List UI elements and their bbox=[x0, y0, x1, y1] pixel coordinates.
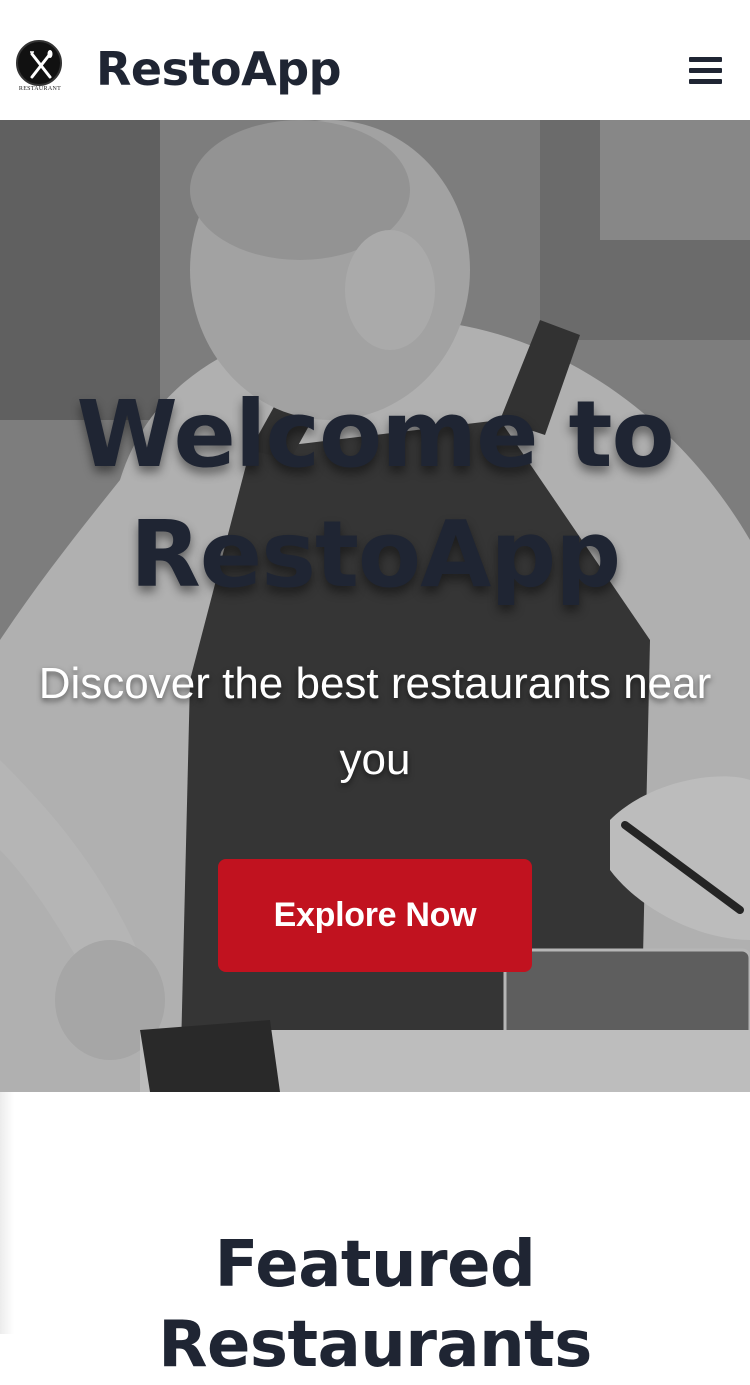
restaurant-logo[interactable]: RESTAURANT bbox=[14, 38, 66, 96]
featured-restaurants-heading: Featured Restaurants bbox=[158, 1228, 592, 1382]
hero-title-line-2: RestoApp bbox=[129, 501, 621, 608]
fork-knife-icon bbox=[30, 50, 53, 79]
explore-now-button[interactable]: Explore Now bbox=[218, 859, 532, 972]
app-header: RESTAURANT RestoApp bbox=[0, 0, 750, 120]
hero-subtitle-line-2: you bbox=[339, 735, 411, 784]
hero-title: Welcome to RestoApp bbox=[0, 375, 750, 615]
hero-subtitle: Discover the best restaurants near you bbox=[0, 646, 750, 798]
hero-section: Welcome to RestoApp Discover the best re… bbox=[0, 120, 750, 1092]
hamburger-menu-icon[interactable] bbox=[686, 54, 726, 88]
brand-name[interactable]: RestoApp bbox=[96, 40, 342, 98]
hero-title-line-1: Welcome to bbox=[76, 381, 674, 488]
hero-subtitle-line-1: Discover the best restaurants near bbox=[38, 659, 712, 708]
logo-badge bbox=[16, 40, 62, 86]
logo-text: RESTAURANT bbox=[18, 86, 62, 92]
